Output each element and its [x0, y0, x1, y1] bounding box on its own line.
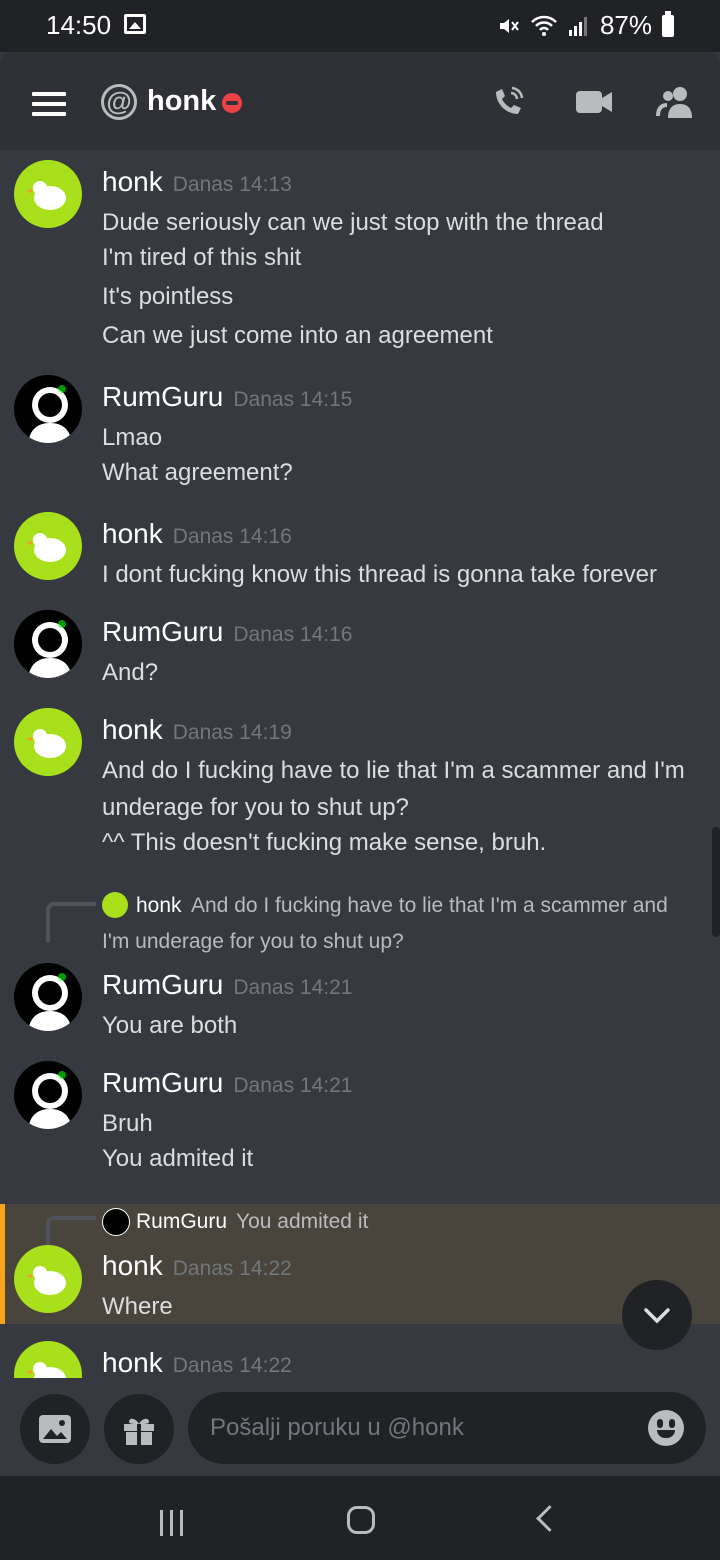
message-author[interactable]: honk Danas 14:16 — [102, 518, 292, 550]
message-text: You are both — [102, 1012, 238, 1039]
chevron-down-icon — [644, 1308, 670, 1324]
home-icon[interactable] — [347, 1506, 375, 1534]
gallery-notification-icon — [124, 14, 146, 34]
dnd-status-icon — [222, 93, 242, 113]
message-timestamp: Danas 14:21 — [233, 976, 353, 999]
wifi-icon — [531, 15, 557, 36]
message-author[interactable]: RumGuru Danas 14:21 — [102, 1067, 352, 1099]
message-author[interactable]: honk Danas 14:22 — [102, 1347, 292, 1378]
message-timestamp: Danas 14:16 — [172, 525, 292, 548]
message-text: underage for you to shut up? — [102, 794, 409, 821]
reply-avatar — [102, 892, 128, 918]
avatar[interactable] — [14, 1061, 82, 1129]
message-text: Lmao — [102, 424, 163, 451]
battery-percent: 87% — [599, 10, 652, 40]
mute-icon — [499, 18, 519, 33]
message-timestamp: Danas 14:15 — [233, 388, 353, 411]
message-text: Bruh — [102, 1110, 153, 1137]
message-input-placeholder: Pošalji poruku u @honk — [210, 1414, 464, 1441]
message-timestamp: Danas 14:21 — [233, 1074, 353, 1097]
recent-apps-icon[interactable] — [160, 1510, 183, 1536]
message-text: Dude seriously can we just stop with the… — [102, 209, 604, 236]
message-text: Can we just come into an agreement — [102, 322, 493, 349]
message-text: You admited it — [102, 1145, 254, 1172]
avatar[interactable] — [14, 375, 82, 443]
gift-icon — [124, 1418, 154, 1445]
battery-icon — [662, 10, 674, 37]
message-text: What agreement? — [102, 459, 293, 486]
signal-icon — [568, 16, 587, 36]
reply-connector — [46, 902, 96, 942]
system-nav-bar — [0, 1476, 720, 1560]
message-timestamp: Danas 14:13 — [172, 173, 292, 196]
reply-preview[interactable]: I'm underage for you to shut up? — [102, 930, 404, 954]
scrollbar[interactable] — [712, 827, 720, 937]
at-icon: @ — [101, 84, 137, 120]
message-author[interactable]: honk Danas 14:13 — [102, 166, 292, 198]
status-time: 14:50 — [46, 10, 112, 40]
status-bar: 14:50 87% — [0, 0, 720, 52]
message-timestamp: Danas 14:19 — [172, 721, 292, 744]
message-text: And? — [102, 659, 159, 686]
reply-preview[interactable]: And do I fucking have to lie that I'm a … — [191, 894, 668, 918]
scroll-to-bottom-button[interactable] — [622, 1280, 692, 1350]
message-text: I'm tired of this shit — [102, 244, 302, 271]
reply-avatar — [102, 1208, 130, 1236]
message-author[interactable]: honk Danas 14:22 — [102, 1250, 292, 1282]
message-composer: Pošalji poruku u @honk — [0, 1378, 720, 1476]
avatar[interactable] — [14, 1341, 82, 1378]
status-icons: 87% — [496, 10, 674, 41]
message-text: ^^ This doesn't fucking make sense, bruh… — [102, 829, 547, 856]
reply-author[interactable]: RumGuru — [136, 1210, 227, 1234]
phone-call-icon[interactable] — [488, 82, 528, 122]
message-text: It's pointless — [102, 283, 234, 310]
message-text: I dont fucking know this thread is gonna… — [102, 561, 657, 588]
avatar[interactable] — [14, 610, 82, 678]
message-author[interactable]: honk Danas 14:19 — [102, 714, 292, 746]
avatar[interactable] — [14, 512, 82, 580]
back-icon[interactable] — [536, 1505, 563, 1532]
channel-header: @ honk — [0, 52, 720, 150]
message-text: And do I fucking have to lie that I'm a … — [102, 757, 685, 784]
message-author[interactable]: RumGuru Danas 14:16 — [102, 616, 352, 648]
members-icon[interactable] — [656, 82, 696, 122]
image-icon — [39, 1415, 71, 1443]
message-author[interactable]: RumGuru Danas 14:21 — [102, 969, 352, 1001]
avatar[interactable] — [14, 708, 82, 776]
message-timestamp: Danas 14:22 — [172, 1257, 292, 1280]
attach-image-button[interactable] — [20, 1394, 90, 1464]
message-timestamp: Danas 14:22 — [172, 1354, 292, 1377]
gift-button[interactable] — [104, 1394, 174, 1464]
reply-preview[interactable]: You admited it — [236, 1210, 368, 1234]
video-camera-icon[interactable] — [574, 82, 614, 122]
page-title: honk — [147, 85, 217, 117]
avatar[interactable] — [14, 963, 82, 1031]
message-list[interactable]: honk Danas 14:13 Dude seriously can we ju… — [0, 150, 720, 1378]
message-text: Where — [102, 1293, 173, 1320]
avatar[interactable] — [14, 1245, 82, 1313]
message-input[interactable]: Pošalji poruku u @honk — [188, 1392, 706, 1464]
message-timestamp: Danas 14:16 — [233, 623, 353, 646]
avatar[interactable] — [14, 160, 82, 228]
emoji-icon[interactable] — [648, 1410, 684, 1446]
hamburger-icon[interactable] — [32, 92, 66, 122]
reply-author[interactable]: honk — [136, 894, 182, 918]
message-author[interactable]: RumGuru Danas 14:15 — [102, 381, 352, 413]
